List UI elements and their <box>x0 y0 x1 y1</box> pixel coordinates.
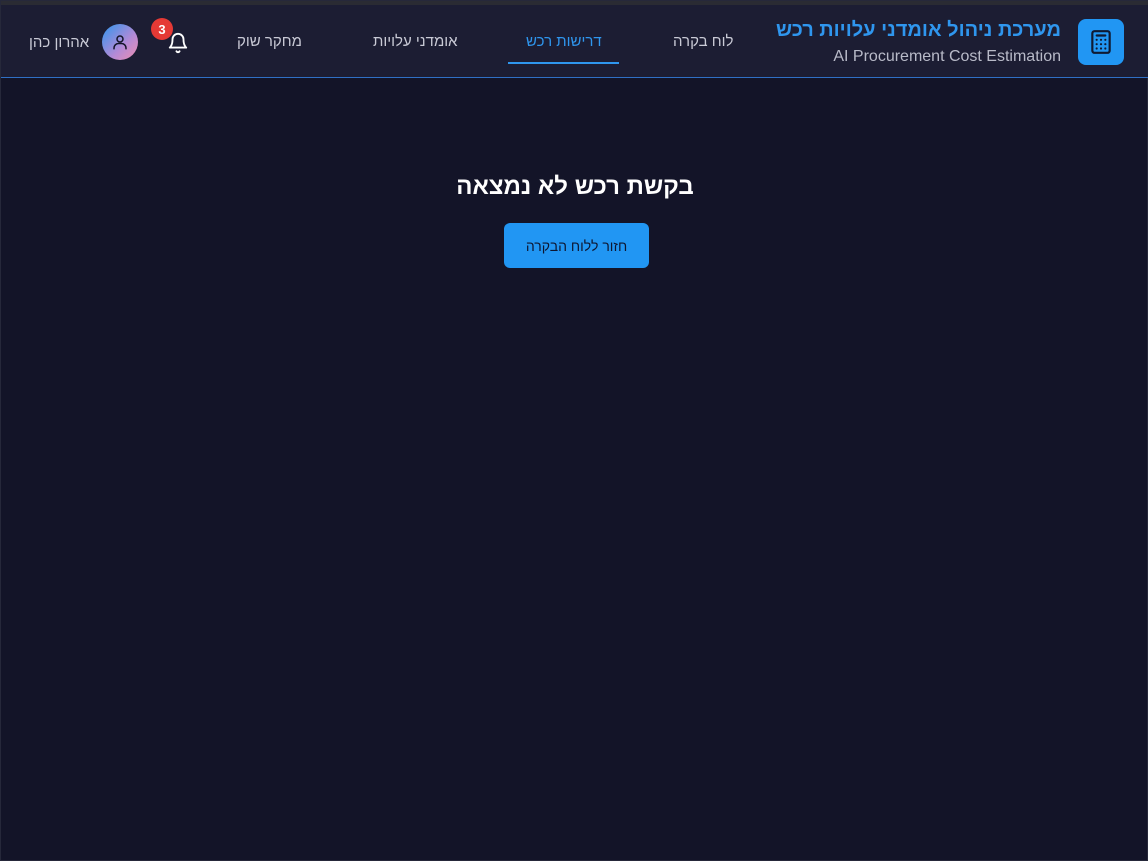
notification-badge: 3 <box>151 18 173 40</box>
back-to-dashboard-button[interactable]: חזור ללוח הבקרה <box>504 223 649 268</box>
app-window: מערכת ניהול אומדני עלויות רכש AI Procure… <box>0 0 1148 861</box>
app-header: מערכת ניהול אומדני עלויות רכש AI Procure… <box>1 5 1148 78</box>
user-icon <box>113 35 127 50</box>
nav-procurement-requests[interactable]: דרישות רכש <box>526 33 602 50</box>
nav-market-research[interactable]: מחקר שוק <box>237 33 302 50</box>
app-title: מערכת ניהול אומדני עלויות רכש <box>776 19 1061 41</box>
nav-dashboard[interactable]: לוח בקרה <box>673 33 733 50</box>
nav-cost-estimates[interactable]: אומדני עלויות <box>373 33 458 50</box>
nav-active-indicator <box>508 62 619 64</box>
user-name[interactable]: אהרון כהן <box>29 34 89 51</box>
calculator-icon[interactable] <box>1078 19 1124 65</box>
app-subtitle: AI Procurement Cost Estimation <box>833 48 1061 65</box>
not-found-message: בקשת רכש לא נמצאה <box>456 173 694 200</box>
avatar[interactable] <box>102 24 138 60</box>
